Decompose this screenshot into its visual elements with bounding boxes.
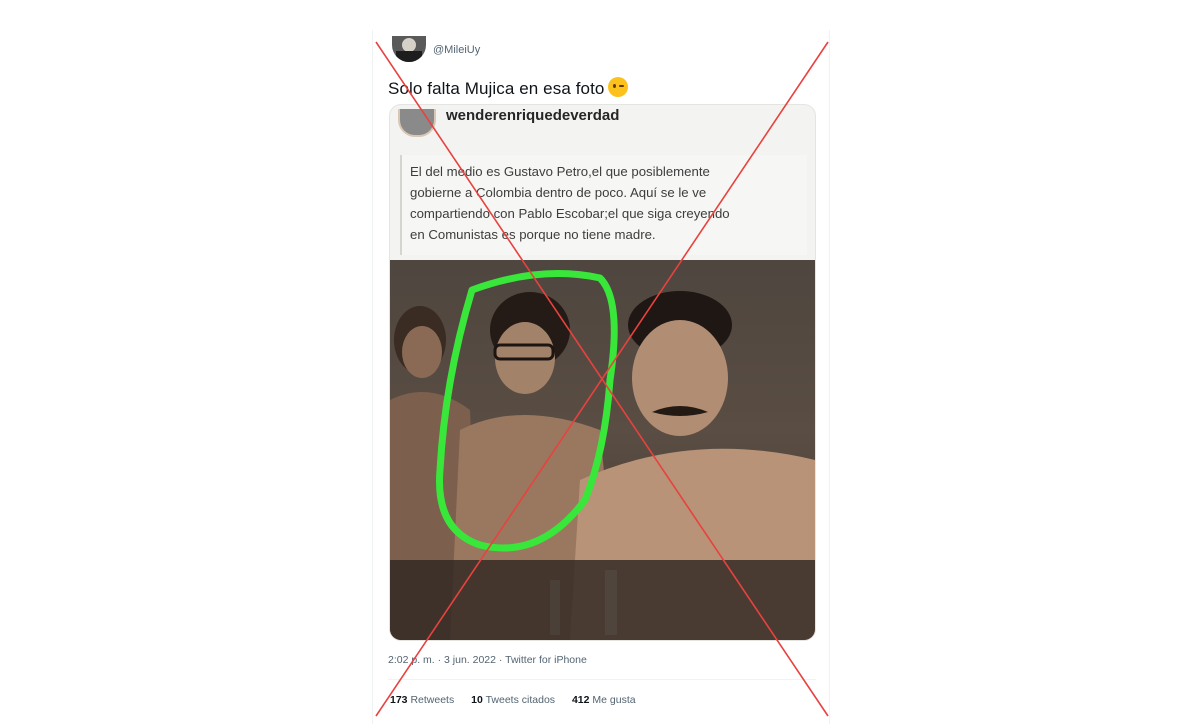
user-avatar[interactable] [392,36,426,62]
caption-line-3: compartiendo con Pablo Escobar;el que si… [410,206,730,221]
retweets-label: Retweets [410,694,455,706]
likes-stat[interactable]: 412 Me gusta [572,694,636,706]
quotes-stat[interactable]: 10 Tweets citados [471,694,555,706]
retweets-count: 173 [390,694,408,706]
instagram-caption: El del medio es Gustavo Petro,el que pos… [400,155,807,255]
caption-line-2: gobierne a Colombia dentro de poco. Aquí… [410,185,707,200]
caption-line-4: en Comunistas es porque no tiene madre. [410,227,656,242]
group-photo-illustration [390,270,815,640]
avatar-suit [396,51,422,62]
quotes-label: Tweets citados [485,694,556,706]
divider [388,679,816,680]
user-handle[interactable]: @MileiUy [433,44,480,56]
table [390,560,815,640]
likes-label: Me gusta [592,694,636,706]
winking-face-emoji-icon [608,77,629,97]
tweet-stats: 173 Retweets 10 Tweets citados 412 Me gu… [390,694,650,706]
caption-line-1: El del medio es Gustavo Petro,el que pos… [410,164,710,179]
tweet-text-content: Solo falta Mujica en esa foto [388,79,605,98]
tweet-text: Solo falta Mujica en esa foto [388,74,629,99]
left-man-face [402,326,442,378]
retweets-stat[interactable]: 173 Retweets [390,694,454,706]
instagram-username: wenderenriquedeverdad [446,107,620,124]
bottle-1 [550,580,560,635]
bottle-2 [605,570,617,635]
group-photo [390,260,815,640]
likes-count: 412 [571,694,590,706]
right-man-face [632,320,728,436]
tweet-timestamp[interactable]: 2:02 p. m. · 3 jun. 2022 · Twitter for i… [388,654,587,666]
quotes-count: 10 [471,694,483,706]
avatar-face [402,38,416,52]
instagram-avatar [398,109,436,137]
attached-image[interactable]: wenderenriquedeverdad El del medio es Gu… [389,104,816,641]
